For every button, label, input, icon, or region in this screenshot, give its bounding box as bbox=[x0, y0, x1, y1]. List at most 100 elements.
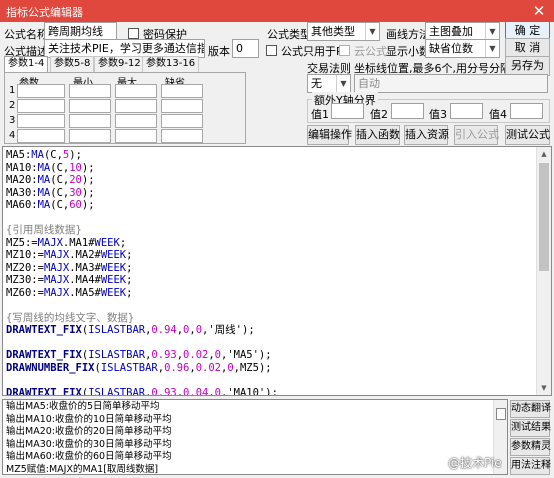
param-row-number: 1 bbox=[9, 85, 16, 96]
code-token: WEEK bbox=[100, 249, 127, 261]
code-line[interactable]: MA60:MA(C,60); bbox=[6, 199, 538, 212]
close-icon[interactable]: ✕ bbox=[524, 0, 554, 22]
decimals-label: 显示小数 bbox=[386, 45, 430, 58]
test-result-button[interactable]: 测试结果 bbox=[510, 419, 551, 437]
title-bar: 指标公式编辑器 ✕ bbox=[0, 0, 554, 22]
code-line[interactable]: MZ60:=MAJX.MA5#WEEK; bbox=[6, 287, 538, 300]
tab-params-13-16[interactable]: 参数13-16 bbox=[142, 56, 200, 72]
scroll-down-icon[interactable]: ▼ bbox=[537, 381, 551, 395]
code-token: MAJX bbox=[43, 274, 70, 286]
save-as-button[interactable]: 另存为 bbox=[505, 56, 550, 76]
param-4-max[interactable] bbox=[115, 129, 157, 143]
param-3-default[interactable] bbox=[161, 114, 203, 128]
code-token: WEEK bbox=[100, 261, 127, 274]
code-token: (C, bbox=[50, 174, 70, 186]
scrollbar-thumb[interactable] bbox=[539, 163, 549, 271]
param-2-min[interactable] bbox=[69, 99, 111, 113]
param-1-min[interactable] bbox=[69, 84, 111, 98]
code-token: 0.93 bbox=[151, 386, 177, 396]
code-line[interactable]: MA30:MA(C,30); bbox=[6, 187, 538, 200]
coord-line-input[interactable]: 自动 bbox=[354, 74, 548, 93]
code-token: .MA5# bbox=[69, 286, 101, 299]
insert-resource-button[interactable]: 插入资源 bbox=[404, 125, 449, 145]
param-3-max[interactable] bbox=[115, 114, 157, 128]
code-line[interactable]: MZ30:=MAJX.MA4#WEEK; bbox=[6, 274, 538, 287]
param-1-default[interactable] bbox=[161, 84, 203, 98]
tab-params-1-4[interactable]: 参数1-4 bbox=[4, 56, 49, 73]
yaxis-value-3-input[interactable] bbox=[450, 103, 483, 119]
code-token: MA bbox=[37, 199, 51, 211]
code-editor-scrollbar[interactable]: ▲ ▼ bbox=[536, 147, 551, 395]
param-4-min[interactable] bbox=[69, 129, 111, 143]
output-line: 输出MA20:收盘价的20日简单移动平均 bbox=[6, 426, 172, 437]
code-token: MZ20:= bbox=[6, 261, 44, 274]
code-token: MZ5:= bbox=[6, 236, 38, 249]
cancel-button[interactable]: 取 消 bbox=[505, 38, 550, 58]
edit-ops-button[interactable]: 编辑操作 bbox=[307, 125, 352, 145]
import-formula-button[interactable]: 引入公式 bbox=[454, 125, 499, 145]
test-formula-button[interactable]: 测试公式 bbox=[505, 125, 550, 145]
code-line[interactable] bbox=[6, 299, 538, 312]
param-4-default[interactable] bbox=[161, 129, 203, 143]
yaxis-value-4-input[interactable] bbox=[510, 103, 543, 119]
yaxis-value-1-input[interactable] bbox=[331, 103, 364, 119]
code-editor[interactable]: MA5:MA(C,5); MA10:MA(C,10); MA20:MA(C,20);… bbox=[2, 146, 552, 396]
code-token: DRAWTEXT_FIX bbox=[6, 349, 82, 361]
code-token: .MA3# bbox=[69, 261, 101, 274]
code-token: ; bbox=[126, 261, 133, 274]
param-1-max[interactable] bbox=[115, 84, 157, 98]
param-2-default[interactable] bbox=[161, 99, 203, 113]
code-token: ); bbox=[69, 149, 82, 161]
code-token: 30 bbox=[69, 186, 82, 199]
cloud-formula-checkbox[interactable]: 云公式 bbox=[339, 43, 387, 59]
param-2-name[interactable] bbox=[17, 99, 65, 113]
tab-params-5-8[interactable]: 参数5-8 bbox=[50, 56, 95, 72]
code-token: {写周线的均线文字、数据} bbox=[6, 311, 135, 324]
code-line[interactable] bbox=[6, 337, 538, 350]
code-line[interactable]: {引用周线数据} bbox=[6, 224, 538, 237]
param-1-name[interactable] bbox=[17, 84, 65, 98]
code-line[interactable]: DRAWTEXT_FIX(ISLASTBAR,0.93,0.02,0,'MA5'… bbox=[6, 349, 538, 362]
code-line[interactable]: DRAWTEXT_FIX(ISLASTBAR,0.93,0.04,0,'MA10… bbox=[6, 386, 538, 396]
code-line[interactable]: {写周线的均线文字、数据} bbox=[6, 312, 538, 325]
code-token: MA30: bbox=[6, 186, 38, 199]
param-3-min[interactable] bbox=[69, 114, 111, 128]
code-line[interactable]: MZ20:=MAJX.MA3#WEEK; bbox=[6, 262, 538, 275]
trade-rule-select[interactable]: 无 ▼ bbox=[307, 74, 351, 93]
insert-function-button[interactable]: 插入函数 bbox=[355, 125, 400, 145]
translation-output: 输出MA5:收盘价的5日简单移动平均 输出MA10:收盘价的10日简单移动平均 输出… bbox=[2, 399, 508, 475]
decimals-select[interactable]: 缺省位数 ▼ bbox=[425, 39, 500, 58]
code-line[interactable]: DRAWNUMBER_FIX(ISLASTBAR,0.96,0.02,0,MZ5… bbox=[6, 362, 538, 375]
param-3-name[interactable] bbox=[17, 114, 65, 128]
code-line[interactable]: MZ5:=MAJX.MA1#WEEK; bbox=[6, 237, 538, 250]
code-line[interactable]: DRAWTEXT_FIX(ISLASTBAR,0.94,0,0,'周线'); bbox=[6, 324, 538, 337]
yaxis-value-2-label: 值2 bbox=[370, 108, 388, 121]
tab-params-9-12[interactable]: 参数9-12 bbox=[94, 56, 145, 72]
param-4-name[interactable] bbox=[17, 129, 65, 143]
formula-type-select[interactable]: 其他类型 ▼ bbox=[307, 22, 380, 41]
yaxis-value-2-input[interactable] bbox=[391, 103, 424, 119]
code-token: MAJX bbox=[43, 286, 70, 299]
code-token: ; bbox=[119, 236, 127, 249]
param-2-max[interactable] bbox=[115, 99, 157, 113]
code-lines[interactable]: MA5:MA(C,5); MA10:MA(C,10); MA20:MA(C,20);… bbox=[6, 149, 538, 396]
version-input[interactable]: 0 bbox=[232, 39, 259, 58]
code-token: (C, bbox=[43, 149, 63, 161]
code-line[interactable]: MZ10:=MAJX.MA2#WEEK; bbox=[6, 249, 538, 262]
code-line[interactable] bbox=[6, 374, 538, 387]
version-label: 版本 bbox=[208, 45, 230, 58]
code-token: 0.02 bbox=[195, 361, 221, 374]
code-line[interactable] bbox=[6, 212, 538, 225]
code-line[interactable]: MA5:MA(C,5); bbox=[6, 149, 538, 162]
usage-notes-button[interactable]: 用法注释 bbox=[510, 457, 551, 475]
code-token: WEEK bbox=[100, 286, 127, 299]
code-line[interactable]: MA10:MA(C,10); bbox=[6, 162, 538, 175]
code-line[interactable]: MA20:MA(C,20); bbox=[6, 174, 538, 187]
pc-only-checkbox[interactable]: 公式只用于PC bbox=[266, 43, 350, 59]
code-token: MA bbox=[37, 174, 51, 186]
output-line: 输出MA30:收盘价的30日简单移动平均 bbox=[6, 438, 172, 450]
dynamic-translate-button[interactable]: 动态翻译 bbox=[510, 400, 551, 418]
scrollbar-thumb[interactable] bbox=[496, 408, 506, 420]
scroll-up-icon[interactable]: ▲ bbox=[537, 147, 551, 161]
param-wizard-button[interactable]: 参数精灵 bbox=[510, 438, 551, 456]
